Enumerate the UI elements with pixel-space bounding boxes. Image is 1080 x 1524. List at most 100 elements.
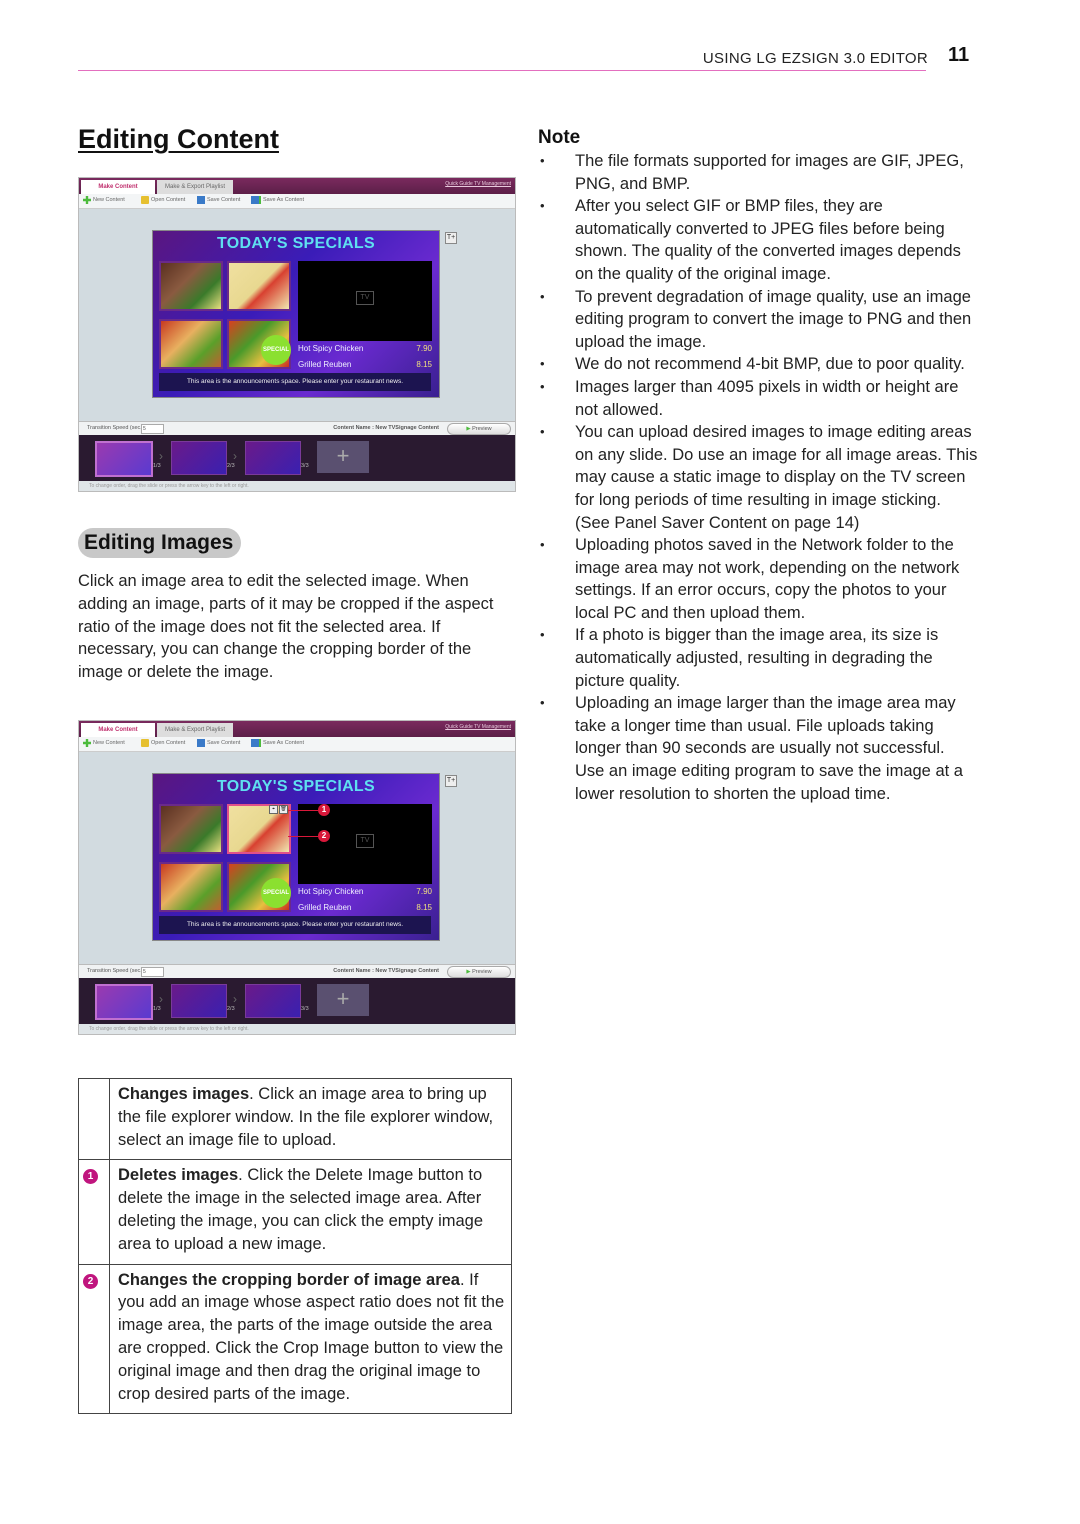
open-content-button[interactable]: Open Content	[141, 196, 185, 204]
content-name: Content Name : New TVSignage Content	[333, 968, 439, 974]
callout-leader-line	[288, 810, 318, 811]
callout-badge: 2	[83, 1273, 98, 1289]
new-content-button[interactable]: New Content	[83, 739, 125, 747]
note-item: After you select GIF or BMP files, they …	[538, 195, 978, 285]
folder-icon	[141, 739, 149, 747]
header-rule	[78, 70, 926, 71]
menu-row[interactable]: Grilled Reuben 8.15	[298, 903, 432, 912]
slide-number: 3/3	[301, 1006, 309, 1012]
add-slide-button[interactable]: +	[317, 441, 369, 473]
chevron-right-icon: ›	[159, 449, 163, 463]
image-area-steak[interactable]	[159, 261, 223, 311]
note-item: The file formats supported for images ar…	[538, 150, 978, 195]
callout-number: 1	[318, 804, 330, 816]
preview-button[interactable]: ▶ Preview	[447, 966, 511, 978]
save-content-label: Save Content	[207, 197, 241, 203]
slide-title[interactable]: TODAY'S SPECIALS	[153, 778, 439, 796]
menu-price: 8.15	[416, 360, 432, 369]
callout-number: 2	[318, 830, 330, 842]
slide-title[interactable]: TODAY'S SPECIALS	[153, 235, 439, 253]
bottom-bar: Transition Speed (sec.) : 5 Content Name…	[79, 964, 515, 978]
save-as-content-button[interactable]: Save As Content	[251, 196, 304, 204]
image-area-sandwich[interactable]	[159, 862, 223, 912]
slide-thumbnail[interactable]	[245, 441, 301, 475]
editing-canvas: TODAY'S SPECIALS TV Hot Spicy Chicken 7.9…	[79, 209, 515, 421]
note-item: Uploading photos saved in the Network fo…	[538, 534, 978, 624]
tv-area[interactable]: TV	[298, 804, 432, 884]
preview-label: Preview	[472, 969, 492, 975]
image-area-pasta[interactable]	[227, 261, 291, 311]
note-item: We do not recommend 4-bit BMP, due to po…	[538, 353, 978, 376]
add-text-tool[interactable]: T+	[445, 775, 457, 787]
transition-speed-select[interactable]: 5	[141, 967, 164, 977]
legend-marker-cell: 2	[78, 1263, 110, 1415]
bottom-bar: Transition Speed (sec.) : 5 Content Name…	[79, 421, 515, 435]
slide-thumbnail[interactable]	[95, 441, 153, 477]
menu-row[interactable]: Grilled Reuben 8.15	[298, 360, 432, 369]
menu-row[interactable]: Hot Spicy Chicken 7.90	[298, 344, 432, 353]
save-icon	[197, 196, 205, 204]
save-content-button[interactable]: Save Content	[197, 196, 240, 204]
open-content-button[interactable]: Open Content	[141, 739, 185, 747]
slide-thumbnail[interactable]	[171, 441, 227, 475]
menu-item: Hot Spicy Chicken	[298, 887, 364, 896]
save-icon	[197, 739, 205, 747]
preview-button[interactable]: ▶ Preview	[447, 423, 511, 435]
tv-area[interactable]: TV	[298, 261, 432, 341]
tab-make-export-playlist[interactable]: Make & Export Playlist	[157, 723, 233, 737]
save-content-label: Save Content	[207, 740, 241, 746]
image-area-steak[interactable]	[159, 804, 223, 854]
chevron-right-icon: ›	[233, 992, 237, 1006]
new-content-label: New Content	[93, 740, 125, 746]
legend-row: 1 Deletes images. Click the Delete Image …	[78, 1159, 512, 1265]
slide-number: 1/3	[153, 463, 161, 469]
image-area-sandwich[interactable]	[159, 319, 223, 369]
save-content-button[interactable]: Save Content	[197, 739, 240, 747]
note-item: You can upload desired images to image e…	[538, 421, 978, 534]
new-content-button[interactable]: New Content	[83, 196, 125, 204]
add-text-tool[interactable]: T+	[445, 232, 457, 244]
save-as-content-label: Save As Content	[263, 197, 304, 203]
transition-speed-select[interactable]: 5	[141, 424, 164, 434]
announcement-area[interactable]: This area is the announcements space. Pl…	[159, 373, 431, 391]
chevron-right-icon: ›	[233, 449, 237, 463]
legend-marker-cell: 1	[78, 1159, 110, 1265]
new-content-label: New Content	[93, 197, 125, 203]
quick-links[interactable]: Quick Guide TV Management	[445, 724, 511, 730]
tab-bar: Make Content Make & Export Playlist Quic…	[79, 178, 515, 194]
announcement-area[interactable]: This area is the announcements space. Pl…	[159, 916, 431, 934]
slide-thumbnail[interactable]	[245, 984, 301, 1018]
image-edit-tools: ⌖ 🗑	[269, 805, 288, 814]
tab-make-content[interactable]: Make Content	[81, 180, 155, 194]
slide-thumbnail[interactable]	[171, 984, 227, 1018]
note-item: To prevent degradation of image quality,…	[538, 286, 978, 354]
special-badge: SPECIAL	[261, 878, 291, 908]
menu-price: 7.90	[416, 887, 432, 896]
crop-image-icon[interactable]: ⌖	[269, 805, 278, 814]
editing-canvas: TODAY'S SPECIALS TV Hot Spicy Chicken 7.9…	[79, 752, 515, 964]
transition-speed-label: Transition Speed (sec.) :	[87, 968, 147, 974]
delete-image-icon[interactable]: 🗑	[279, 805, 288, 814]
toolbar: New Content Open Content Save Content Sa…	[79, 194, 515, 209]
menu-row[interactable]: Hot Spicy Chicken 7.90	[298, 887, 432, 896]
slide-filmstrip: 1/3 › 2/3 › 3/3 +	[79, 435, 515, 481]
save-as-icon	[251, 196, 261, 204]
tv-icon: TV	[356, 291, 374, 305]
tab-make-export-playlist[interactable]: Make & Export Playlist	[157, 180, 233, 194]
save-as-content-button[interactable]: Save As Content	[251, 739, 304, 747]
legend-table: Changes images. Click an image area to b…	[78, 1077, 512, 1415]
plus-icon	[83, 196, 91, 204]
slide-number: 2/3	[227, 1006, 235, 1012]
folder-icon	[141, 196, 149, 204]
add-slide-button[interactable]: +	[317, 984, 369, 1016]
note-item: If a photo is bigger than the image area…	[538, 624, 978, 692]
tab-make-content[interactable]: Make Content	[81, 723, 155, 737]
quick-links[interactable]: Quick Guide TV Management	[445, 181, 511, 187]
legend-description: Deletes images. Click the Delete Image b…	[109, 1159, 512, 1265]
slide-thumbnail[interactable]	[95, 984, 153, 1020]
editor-screenshot-2: Make Content Make & Export Playlist Quic…	[78, 720, 516, 1035]
slide-filmstrip: 1/3 › 2/3 › 3/3 +	[79, 978, 515, 1024]
legend-term: Deletes images	[118, 1166, 239, 1185]
menu-price: 8.15	[416, 903, 432, 912]
special-badge: SPECIAL	[261, 335, 291, 365]
